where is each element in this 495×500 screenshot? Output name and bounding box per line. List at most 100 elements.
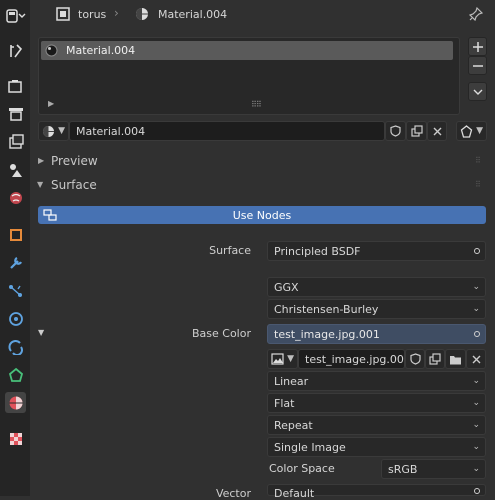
base-color-value: test_image.jpg.001 — [274, 327, 380, 341]
slot-specials-button[interactable] — [468, 82, 487, 101]
link-type-dropdown[interactable]: ▼ — [456, 121, 487, 141]
breadcrumb-material-name: Material.004 — [158, 8, 228, 21]
use-nodes-label: Use Nodes — [232, 208, 292, 222]
distribution-value: GGX — [274, 280, 299, 294]
chevron-down-icon: ⌄ — [472, 398, 480, 408]
projection-value: Flat — [274, 396, 295, 410]
extension-value: Repeat — [274, 418, 313, 432]
preview-panel-header[interactable]: Preview — [51, 154, 98, 168]
open-image-button[interactable] — [445, 349, 466, 369]
subsurface-method-value: Christensen-Burley — [274, 302, 379, 316]
color-space-value: sRGB — [388, 462, 418, 476]
image-name-value: test_image.jpg.001 — [305, 352, 411, 366]
render-tab-icon[interactable] — [5, 75, 26, 96]
view-layer-tab-icon[interactable] — [5, 131, 26, 152]
image-source-dropdown[interactable]: Single Image ⌄ — [267, 437, 486, 457]
chevron-down-icon: ⌄ — [472, 376, 480, 386]
socket-link-icon — [474, 331, 480, 337]
data-tab-icon[interactable] — [5, 364, 26, 385]
vector-value: Default — [274, 487, 315, 500]
color-space-dropdown[interactable]: sRGB ⌄ — [381, 459, 486, 479]
interpolation-value: Linear — [274, 374, 309, 388]
chevron-down-icon: ▼ — [476, 126, 483, 136]
chevron-down-icon: ⌄ — [472, 442, 480, 452]
chevron-down-icon: ⌄ — [472, 420, 480, 430]
vector-label: Vector — [215, 487, 251, 500]
surface-shader-label: Surface — [209, 244, 251, 257]
surface-panel-header[interactable]: Surface — [51, 178, 97, 192]
add-slot-button[interactable] — [468, 37, 487, 56]
base-color-input[interactable]: test_image.jpg.001 — [267, 324, 486, 344]
object-icon — [56, 7, 70, 21]
list-resize-grip-icon[interactable]: ⠿⠿ — [251, 100, 262, 109]
chevron-down-icon: ⌄ — [472, 304, 480, 314]
material-icon — [135, 7, 149, 21]
particles-tab-icon[interactable] — [5, 280, 26, 301]
surface-collapse-icon[interactable]: ▼ — [37, 180, 43, 189]
physics-tab-icon[interactable] — [5, 308, 26, 329]
tool-tab-icon[interactable] — [5, 40, 26, 61]
breadcrumb-separator-icon: › — [114, 6, 119, 20]
material-name-value: Material.004 — [76, 124, 146, 138]
node-tree-icon — [43, 208, 57, 222]
data-link-icon — [460, 124, 473, 138]
chevron-down-icon: ⌄ — [472, 282, 480, 292]
fake-user-button[interactable] — [385, 121, 406, 141]
base-color-expand-icon[interactable]: ▼ — [38, 328, 44, 337]
vector-input[interactable]: Default — [267, 484, 486, 500]
subsurface-method-dropdown[interactable]: Christensen-Burley ⌄ — [267, 299, 486, 319]
shield-icon — [390, 125, 401, 137]
remove-slot-button[interactable] — [468, 56, 487, 75]
material-name-field[interactable]: Material.004 — [69, 121, 385, 141]
texture-tab-icon[interactable] — [5, 428, 26, 449]
use-nodes-button[interactable]: Use Nodes — [38, 206, 486, 224]
interpolation-dropdown[interactable]: Linear ⌄ — [267, 371, 486, 391]
image-source-value: Single Image — [274, 440, 346, 454]
browse-image-dropdown[interactable]: ▼ — [267, 349, 298, 369]
close-icon — [433, 127, 441, 135]
surface-shader-value: Principled BSDF — [274, 244, 361, 258]
object-tab-icon[interactable] — [5, 224, 26, 245]
shield-icon — [409, 353, 421, 365]
projection-dropdown[interactable]: Flat ⌄ — [267, 393, 486, 413]
material-sphere-icon — [45, 44, 58, 57]
surface-drag-grip-icon[interactable]: ⠿ — [475, 180, 481, 189]
duplicate-material-button[interactable] — [406, 121, 427, 141]
color-space-label: Color Space — [269, 462, 335, 475]
chevron-down-icon: ▼ — [58, 126, 65, 136]
duplicate-image-button[interactable] — [425, 349, 445, 369]
unlink-material-button[interactable] — [427, 121, 447, 141]
image-icon — [271, 353, 284, 365]
scene-tab-icon[interactable] — [5, 159, 26, 180]
preview-drag-grip-icon[interactable]: ⠿ — [475, 156, 481, 165]
pin-icon[interactable] — [468, 6, 484, 22]
browse-material-dropdown[interactable]: ▼ — [38, 121, 69, 141]
output-tab-icon[interactable] — [5, 103, 26, 124]
chevron-down-icon: ⌄ — [472, 464, 480, 474]
unlink-image-button[interactable] — [466, 349, 486, 369]
constraints-tab-icon[interactable] — [5, 336, 26, 357]
socket-link-icon — [474, 488, 480, 494]
properties-tab-sidebar — [0, 0, 30, 496]
breadcrumb-object-name: torus — [78, 8, 107, 21]
list-expand-icon[interactable]: ▶ — [48, 99, 54, 108]
preview-collapse-icon[interactable]: ▶ — [38, 156, 44, 165]
duplicate-icon — [429, 353, 441, 365]
surface-shader-selector[interactable]: Principled BSDF — [267, 241, 486, 261]
browse-material-icon — [43, 125, 54, 137]
duplicate-icon — [410, 125, 423, 137]
image-fake-user-button[interactable] — [405, 349, 425, 369]
base-color-label: Base Color — [191, 327, 251, 340]
close-icon — [472, 355, 480, 363]
chevron-down-icon: ▼ — [287, 354, 294, 364]
distribution-dropdown[interactable]: GGX ⌄ — [267, 277, 486, 297]
editor-type-icon[interactable] — [5, 5, 26, 26]
material-slot-name: Material.004 — [66, 44, 136, 57]
extension-dropdown[interactable]: Repeat ⌄ — [267, 415, 486, 435]
image-name-field[interactable]: test_image.jpg.001 — [298, 349, 411, 369]
material-tab-icon[interactable] — [5, 392, 26, 413]
socket-link-icon — [474, 248, 480, 254]
modifier-tab-icon[interactable] — [5, 252, 26, 273]
folder-icon — [450, 355, 461, 364]
world-tab-icon[interactable] — [5, 187, 26, 208]
